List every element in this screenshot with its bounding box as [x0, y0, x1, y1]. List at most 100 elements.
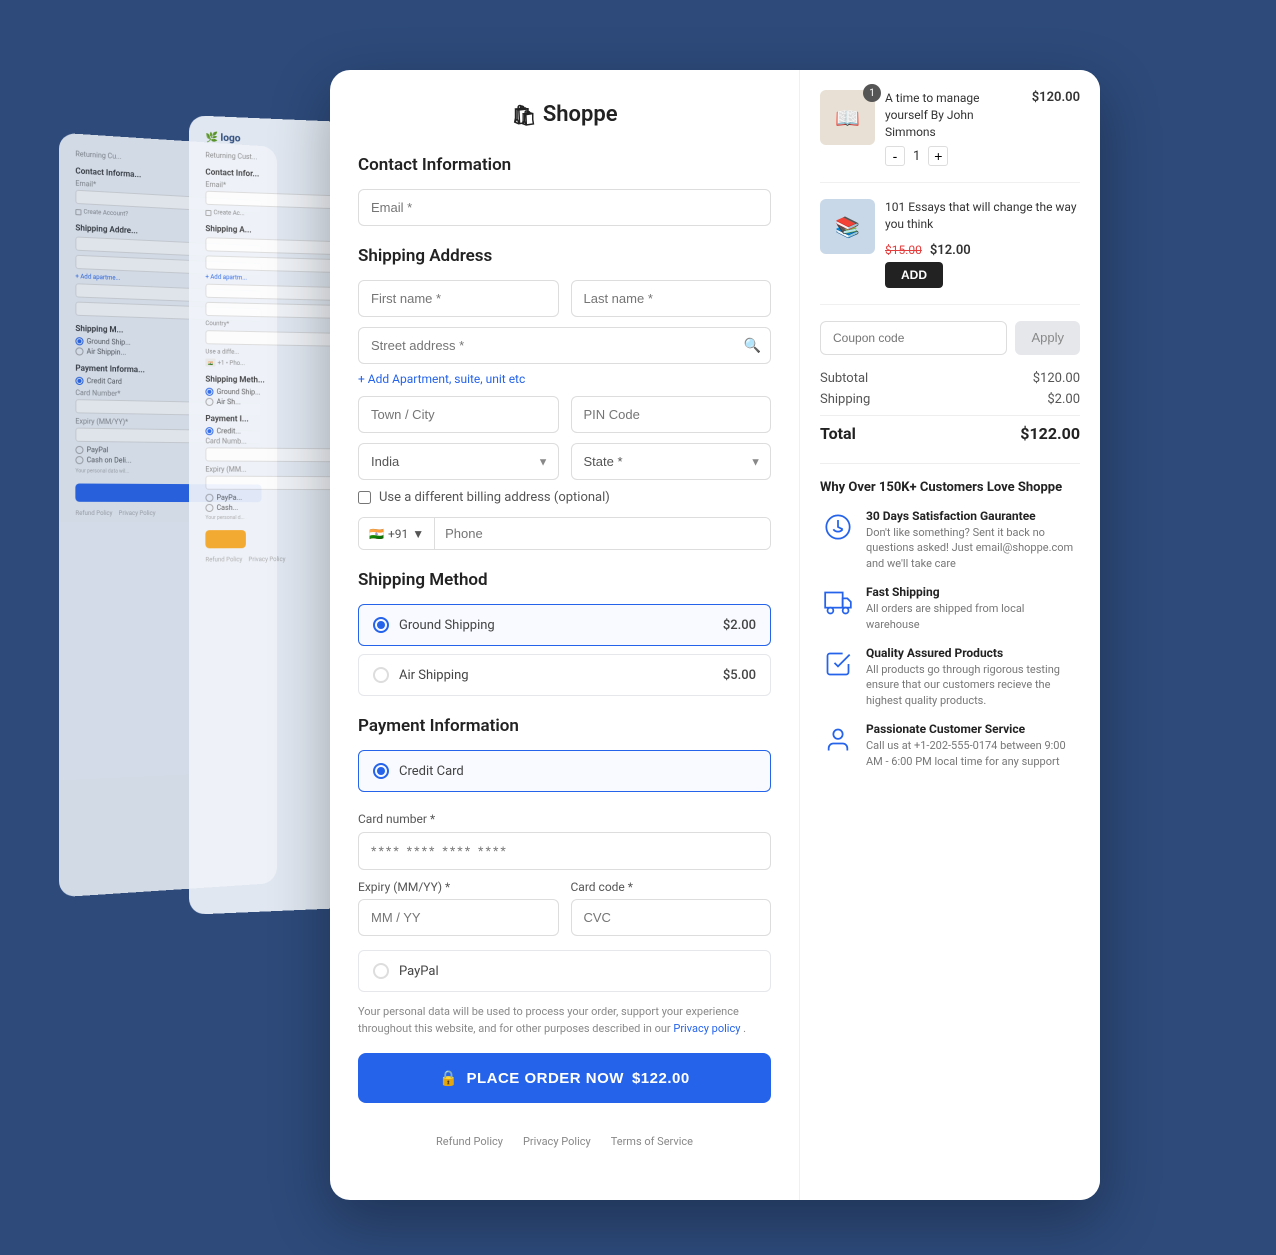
- qty-controls: - 1 +: [885, 146, 1022, 166]
- qty-increase-button[interactable]: +: [928, 146, 948, 166]
- trust-4-desc: Call us at +1-202-555-0174 between 9:00 …: [866, 738, 1080, 769]
- pin-field: [571, 396, 772, 433]
- shipping-method-title: Shipping Method: [358, 570, 771, 590]
- credit-card-option[interactable]: Credit Card: [358, 750, 771, 792]
- email-input[interactable]: [358, 189, 771, 226]
- trust-item-1: 30 Days Satisfaction Gaurantee Don't lik…: [820, 509, 1080, 571]
- first-name-field: [358, 280, 559, 317]
- town-field: [358, 396, 559, 433]
- apply-coupon-button[interactable]: Apply: [1015, 321, 1080, 355]
- phone-code: +91: [388, 527, 408, 541]
- ground-shipping-radio: [373, 617, 389, 633]
- cvc-input[interactable]: [571, 899, 772, 936]
- form-footer: Refund Policy Privacy Policy Terms of Se…: [358, 1119, 771, 1148]
- total-label: Total: [820, 424, 856, 443]
- product-2-info: 101 Essays that will change the way you …: [885, 199, 1080, 288]
- ground-shipping-left: Ground Shipping: [373, 617, 495, 633]
- product-2-new-price: $12.00: [930, 243, 971, 258]
- expiry-cvc-row: Expiry (MM/YY) * Card code *: [358, 880, 771, 936]
- country-state-row: India United States United Kingdom ▼ Sta…: [358, 443, 771, 480]
- trust-1-content: 30 Days Satisfaction Gaurantee Don't lik…: [866, 509, 1080, 571]
- qty-display: 1: [913, 149, 920, 164]
- cvc-label: Card code *: [571, 880, 772, 894]
- ground-shipping-option[interactable]: Ground Shipping $2.00: [358, 604, 771, 646]
- product-1-item: 1 📖 A time to manage yourself By John Si…: [820, 90, 1080, 183]
- refund-link[interactable]: Refund Policy: [436, 1135, 503, 1148]
- trust-item-3: Quality Assured Products All products go…: [820, 646, 1080, 708]
- privacy-link[interactable]: Privacy policy: [673, 1022, 740, 1035]
- last-name-input[interactable]: [571, 280, 772, 317]
- air-shipping-radio: [373, 667, 389, 683]
- coupon-row: Apply: [820, 321, 1080, 355]
- qty-decrease-button[interactable]: -: [885, 146, 905, 166]
- place-order-price: $122.00: [632, 1070, 690, 1087]
- privacy-text: Your personal data will be used to proce…: [358, 1004, 771, 1037]
- trust-4-content: Passionate Customer Service Call us at +…: [866, 722, 1080, 769]
- search-icon: 🔍: [744, 338, 761, 354]
- credit-card-left: Credit Card: [373, 763, 464, 779]
- state-wrapper: State * Maharashtra Karnataka ▼: [571, 443, 772, 480]
- town-input[interactable]: [358, 396, 559, 433]
- billing-checkbox[interactable]: [358, 491, 371, 504]
- trust-2-title: Fast Shipping: [866, 585, 1080, 599]
- flag-icon: 🇮🇳: [369, 527, 384, 541]
- trust-3-title: Quality Assured Products: [866, 646, 1080, 660]
- city-pin-row: [358, 396, 771, 433]
- shipping-value: $2.00: [1047, 392, 1080, 407]
- street-field: 🔍: [358, 327, 771, 364]
- trust-3-desc: All products go through rigorous testing…: [866, 662, 1080, 708]
- product-1-image: 1 📖: [820, 90, 875, 145]
- lock-icon: 🔒: [439, 1069, 458, 1087]
- card-number-label: Card number *: [358, 812, 771, 826]
- phone-country-code[interactable]: 🇮🇳 +91 ▼: [359, 518, 435, 549]
- privacy-policy-link[interactable]: Privacy Policy: [523, 1135, 591, 1148]
- phone-input[interactable]: [435, 518, 770, 549]
- phone-chevron-icon: ▼: [412, 527, 424, 541]
- product-2-image: 📚: [820, 199, 875, 254]
- expiry-input[interactable]: [358, 899, 559, 936]
- trust-1-title: 30 Days Satisfaction Gaurantee: [866, 509, 1080, 523]
- shipping-icon: [820, 585, 856, 621]
- subtotal-value: $120.00: [1033, 371, 1080, 386]
- terms-link[interactable]: Terms of Service: [611, 1135, 693, 1148]
- ground-shipping-price: $2.00: [723, 618, 756, 633]
- country-select[interactable]: India United States United Kingdom: [358, 443, 559, 480]
- street-input[interactable]: [358, 327, 771, 364]
- product-1-badge: 1: [863, 84, 881, 102]
- credit-card-radio: [373, 763, 389, 779]
- trust-3-content: Quality Assured Products All products go…: [866, 646, 1080, 708]
- state-select[interactable]: State * Maharashtra Karnataka: [571, 443, 772, 480]
- coupon-input[interactable]: [820, 321, 1007, 355]
- total-value: $122.00: [1020, 424, 1080, 443]
- paypal-label: PayPal: [399, 964, 439, 979]
- air-shipping-label: Air Shipping: [399, 668, 469, 683]
- first-name-input[interactable]: [358, 280, 559, 317]
- product-2-name: 101 Essays that will change the way you …: [885, 199, 1080, 233]
- credit-card-label: Credit Card: [399, 764, 464, 779]
- product-2-old-price: $15.00: [885, 243, 922, 257]
- country-wrapper: India United States United Kingdom ▼: [358, 443, 559, 480]
- trust-item-4: Passionate Customer Service Call us at +…: [820, 722, 1080, 769]
- product-2-add-button[interactable]: ADD: [885, 262, 943, 288]
- trust-4-title: Passionate Customer Service: [866, 722, 1080, 736]
- pin-input[interactable]: [571, 396, 772, 433]
- air-shipping-option[interactable]: Air Shipping $5.00: [358, 654, 771, 696]
- subtotal-row: Subtotal $120.00: [820, 371, 1080, 386]
- quality-icon: [820, 646, 856, 682]
- billing-checkbox-row: Use a different billing address (optiona…: [358, 490, 771, 505]
- logo: 🛍 Shoppe: [358, 102, 771, 127]
- payment-section-title: Payment Information: [358, 716, 771, 736]
- paypal-option[interactable]: PayPal: [358, 950, 771, 992]
- shipping-row: Shipping $2.00: [820, 392, 1080, 407]
- total-row: Total $122.00: [820, 415, 1080, 443]
- card-number-input[interactable]: [358, 832, 771, 870]
- expiry-label: Expiry (MM/YY) *: [358, 880, 559, 894]
- order-sidebar: 1 📖 A time to manage yourself By John Si…: [800, 70, 1100, 1200]
- expiry-field: Expiry (MM/YY) *: [358, 880, 559, 936]
- subtotal-label: Subtotal: [820, 371, 868, 386]
- paypal-radio: [373, 963, 389, 979]
- trust-title: Why Over 150K+ Customers Love Shoppe: [820, 480, 1080, 495]
- place-order-button[interactable]: 🔒 PLACE ORDER NOW $122.00: [358, 1053, 771, 1103]
- product-1-price: $120.00: [1032, 90, 1080, 166]
- add-apt-link[interactable]: + Add Apartment, suite, unit etc: [358, 372, 525, 386]
